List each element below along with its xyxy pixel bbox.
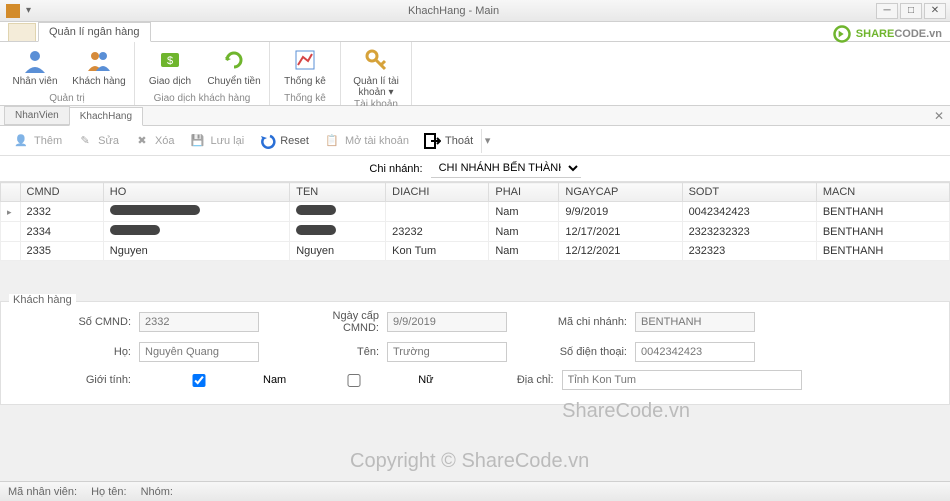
ribbon-taikhoan[interactable]: Quản lí tài khoản ▾: [347, 44, 405, 98]
ribbon-tabs: Quản lí ngân hàng: [0, 22, 950, 42]
app-icon: [6, 4, 20, 18]
key-icon: [362, 46, 390, 74]
status-nhom: Nhóm:: [141, 486, 173, 498]
cycle-icon: [220, 46, 248, 74]
branch-select[interactable]: CHI NHÁNH BẾN THÀNH: [431, 159, 581, 178]
exit-icon: [423, 132, 441, 150]
field-diachi[interactable]: [562, 370, 802, 390]
ribbon-nhanvien[interactable]: Nhân viên: [6, 44, 64, 87]
ribbon-tab-main[interactable]: Quản lí ngân hàng: [38, 22, 151, 42]
status-bar: Mã nhân viên: Họ tên: Nhóm:: [0, 481, 950, 501]
ribbon-chuyentien[interactable]: Chuyển tiền: [205, 44, 263, 87]
chart-icon: [291, 46, 319, 74]
field-cmnd[interactable]: [139, 312, 259, 332]
tab-close-icon[interactable]: ✕: [934, 109, 944, 123]
chk-nam[interactable]: [139, 374, 259, 387]
btn-motaikhoan[interactable]: 📋Mở tài khoản: [317, 129, 415, 153]
save-icon: 💾: [189, 132, 207, 150]
openacct-icon: 📋: [323, 132, 341, 150]
btn-luu[interactable]: 💾Lưu lại: [183, 129, 251, 153]
form-title: Khách hàng: [9, 294, 76, 306]
user-icon: [21, 46, 49, 74]
delete-icon: ✖: [133, 132, 151, 150]
status-hoten: Họ tên:: [91, 486, 126, 498]
minimize-button[interactable]: ─: [876, 3, 898, 19]
btn-reset[interactable]: Reset: [252, 129, 315, 153]
tab-nhanvien[interactable]: NhanVien: [4, 106, 70, 125]
ribbon-khachhang[interactable]: Khách hàng: [70, 44, 128, 87]
ribbon-giaodich[interactable]: $ Giao dịch: [141, 44, 199, 87]
money-icon: $: [156, 46, 184, 74]
ribbon-thongke[interactable]: Thống kê: [276, 44, 334, 87]
btn-sua[interactable]: ✎Sửa: [70, 129, 125, 153]
field-ngaycap[interactable]: [387, 312, 507, 332]
watermark: Copyright © ShareCode.vn: [350, 450, 589, 473]
maximize-button[interactable]: □: [900, 3, 922, 19]
form-panel: Khách hàng Số CMND: Ngày cấp CMND: Mã ch…: [0, 301, 950, 405]
table-row[interactable]: 2332Nam9/9/20190042342423BENTHANH: [1, 202, 950, 222]
status-manv: Mã nhân viên:: [8, 486, 77, 498]
toolbar-overflow[interactable]: ▾: [481, 129, 493, 153]
undo-icon: [258, 132, 276, 150]
tab-khachhang[interactable]: KhachHang: [69, 107, 143, 126]
window-title: KhachHang - Main: [31, 5, 876, 17]
btn-xoa[interactable]: ✖Xóa: [127, 129, 181, 153]
toolbar: 👤Thêm ✎Sửa ✖Xóa 💾Lưu lại Reset 📋Mở tài k…: [0, 126, 950, 156]
field-sodt[interactable]: [635, 342, 755, 362]
field-macn[interactable]: [635, 312, 755, 332]
file-tab[interactable]: [8, 23, 36, 41]
btn-them[interactable]: 👤Thêm: [6, 129, 68, 153]
table-row[interactable]: 2335NguyenNguyenKon TumNam12/12/20212323…: [1, 242, 950, 261]
add-user-icon: 👤: [12, 132, 30, 150]
svg-text:$: $: [167, 55, 173, 67]
btn-thoat[interactable]: Thoát: [417, 129, 479, 153]
table-row[interactable]: 233423232Nam12/17/20212323232323BENTHANH: [1, 222, 950, 242]
branch-row: Chi nhánh: CHI NHÁNH BẾN THÀNH: [0, 156, 950, 182]
data-grid[interactable]: CMNDHOTENDIACHIPHAINGAYCAPSODTMACN 2332N…: [0, 182, 950, 261]
users-icon: [85, 46, 113, 74]
sharecode-logo: SHARECODE.vn: [832, 24, 942, 44]
close-button[interactable]: ✕: [924, 3, 946, 19]
branch-label: Chi nhánh:: [369, 163, 422, 175]
titlebar: ▾ KhachHang - Main ─ □ ✕: [0, 0, 950, 22]
chk-nu[interactable]: [294, 374, 414, 387]
ribbon: Nhân viên Khách hàng Quản trị $ Giao dịc…: [0, 42, 950, 106]
edit-icon: ✎: [76, 132, 94, 150]
document-tabs: NhanVien KhachHang ✕: [0, 106, 950, 126]
field-ho[interactable]: [139, 342, 259, 362]
field-ten[interactable]: [387, 342, 507, 362]
